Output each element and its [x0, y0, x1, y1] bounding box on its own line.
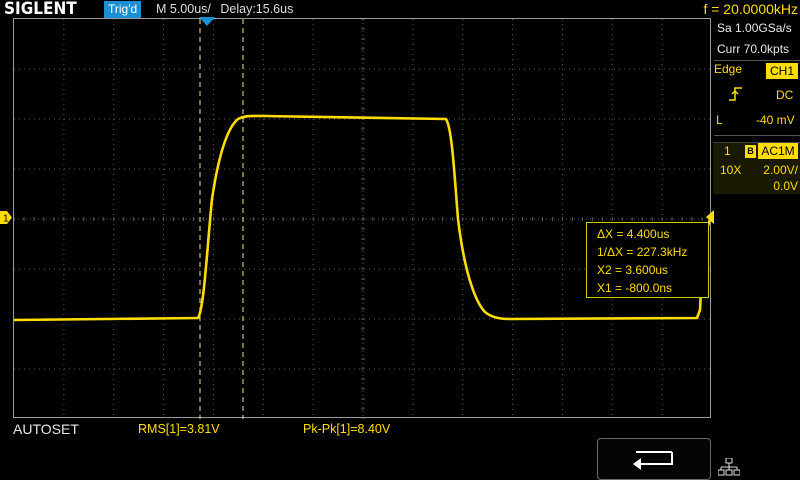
timebase-value: M 5.00us/	[156, 2, 211, 16]
return-button[interactable]	[597, 438, 711, 480]
trigger-source-badge: CH1	[766, 63, 798, 79]
channel1-offset-marker[interactable]: 1	[0, 211, 12, 224]
acquisition-panel: Sa 1.00GSa/s Curr 70.0kpts	[714, 18, 800, 60]
trigger-type: Edge	[714, 62, 743, 76]
cursor-delta-x: ΔX = 4.400us	[597, 227, 670, 241]
channel1-marker-label: 1	[3, 214, 9, 225]
bandwidth-limit-badge: B	[745, 145, 756, 158]
rms-measurement: RMS[1]=3.81V	[138, 422, 220, 436]
memory-depth: Curr 70.0kpts	[717, 42, 790, 56]
mode-label: AUTOSET	[13, 421, 79, 437]
channel1-coupling-badge: AC1M	[758, 143, 798, 159]
cursor-x1: X1 = -800.0ns	[597, 281, 673, 295]
channel1-probe: 10X	[720, 163, 742, 177]
network-icon	[718, 458, 740, 476]
sample-rate: Sa 1.00GSa/s	[717, 21, 792, 35]
timebase-readout: M 5.00us/ Delay:15.6us	[156, 0, 293, 19]
channel1-offset: 0.0V	[773, 179, 798, 193]
waveform-display[interactable]	[13, 18, 712, 419]
return-arrow-icon	[633, 451, 673, 470]
pkpk-measurement: Pk-Pk[1]=8.40V	[303, 422, 391, 436]
trigger-coupling: DC	[776, 88, 794, 102]
channel1-number: 1	[724, 144, 731, 158]
waveform-grid	[14, 19, 712, 419]
rising-edge-icon	[729, 87, 742, 101]
cursor-inverse-delta-x: 1/ΔX = 227.3kHz	[597, 245, 688, 259]
trigger-position-marker[interactable]	[199, 17, 215, 27]
cursor-x2: X2 = 3.600us	[597, 263, 669, 277]
trigger-level-value: -40 mV	[756, 113, 795, 127]
trigger-status-badge: Trig'd	[104, 1, 142, 18]
channel1-volts-per-div: 2.00V/	[763, 163, 798, 177]
brand-logo: SIGLENT	[2, 0, 100, 19]
frequency-readout: f = 20.0000kHz	[703, 1, 798, 17]
trigger-level-label: L	[716, 113, 723, 127]
cursor-measurement-box: ΔX = 4.400us 1/ΔX = 227.3kHz X2 = 3.600u…	[586, 222, 709, 298]
delay-value: Delay:15.6us	[220, 2, 294, 16]
